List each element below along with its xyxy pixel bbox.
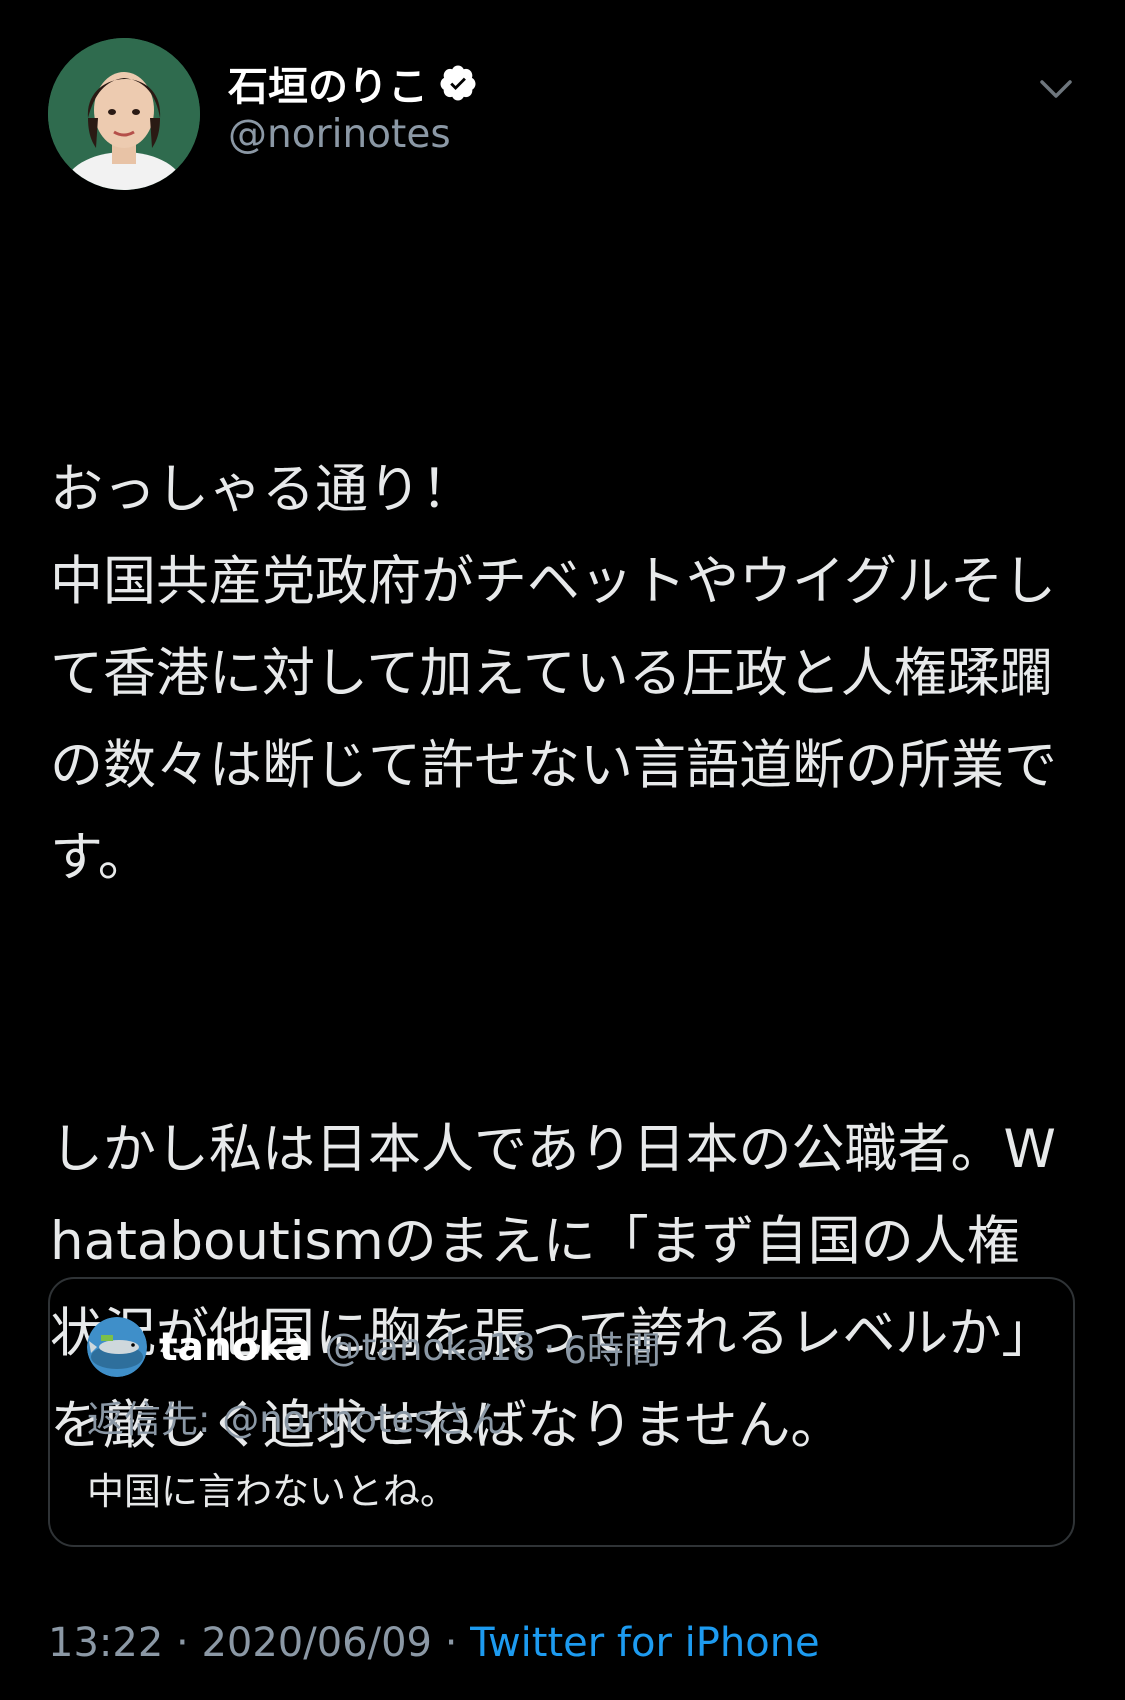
meta-separator: · (163, 1620, 202, 1666)
tweet-date: 2020/06/09 (201, 1620, 432, 1666)
author-avatar[interactable] (48, 38, 200, 190)
quoted-tweet-text: 中国に言わないとね。 (87, 1470, 457, 1513)
quoted-tweet-time: 6時間 (563, 1329, 661, 1372)
author-info[interactable]: 石垣のりこ @norinotes (228, 56, 478, 157)
quoted-tweet-card[interactable]: tanoka @tanoka18 · 6時間 返信先: @norinotesさん… (48, 1277, 1075, 1547)
tweet-paragraph-1: おっしゃる通り！ 中国共産党政府がチベットやウイグルそして香港に対して加えている… (50, 459, 1057, 888)
verified-badge-icon (438, 63, 478, 103)
author-handle[interactable]: @norinotes (228, 112, 478, 157)
display-name-row: 石垣のりこ (228, 56, 478, 110)
author-display-name[interactable]: 石垣のりこ (228, 54, 428, 112)
tweet-source-link[interactable]: Twitter for iPhone (470, 1620, 820, 1666)
meta-separator: · (431, 1620, 471, 1666)
tweet-metadata: 13:22 · 2020/06/09 · Twitter for iPhone (48, 1620, 820, 1666)
quoted-author-avatar[interactable] (87, 1317, 147, 1377)
reply-to-label: 返信先: @norinotesさん (87, 1398, 508, 1441)
quoted-author-handle[interactable]: @tanoka18 (325, 1326, 536, 1369)
tweet-time: 13:22 (48, 1620, 164, 1666)
tweet-header: 石垣のりこ @norinotes (48, 38, 1078, 190)
quoted-author-name[interactable]: tanoka (159, 1325, 311, 1370)
quoted-tweet-header: tanoka @tanoka18 · 6時間 (87, 1317, 661, 1377)
separator-dot: · (543, 1325, 556, 1369)
chevron-down-icon[interactable] (1034, 66, 1078, 110)
